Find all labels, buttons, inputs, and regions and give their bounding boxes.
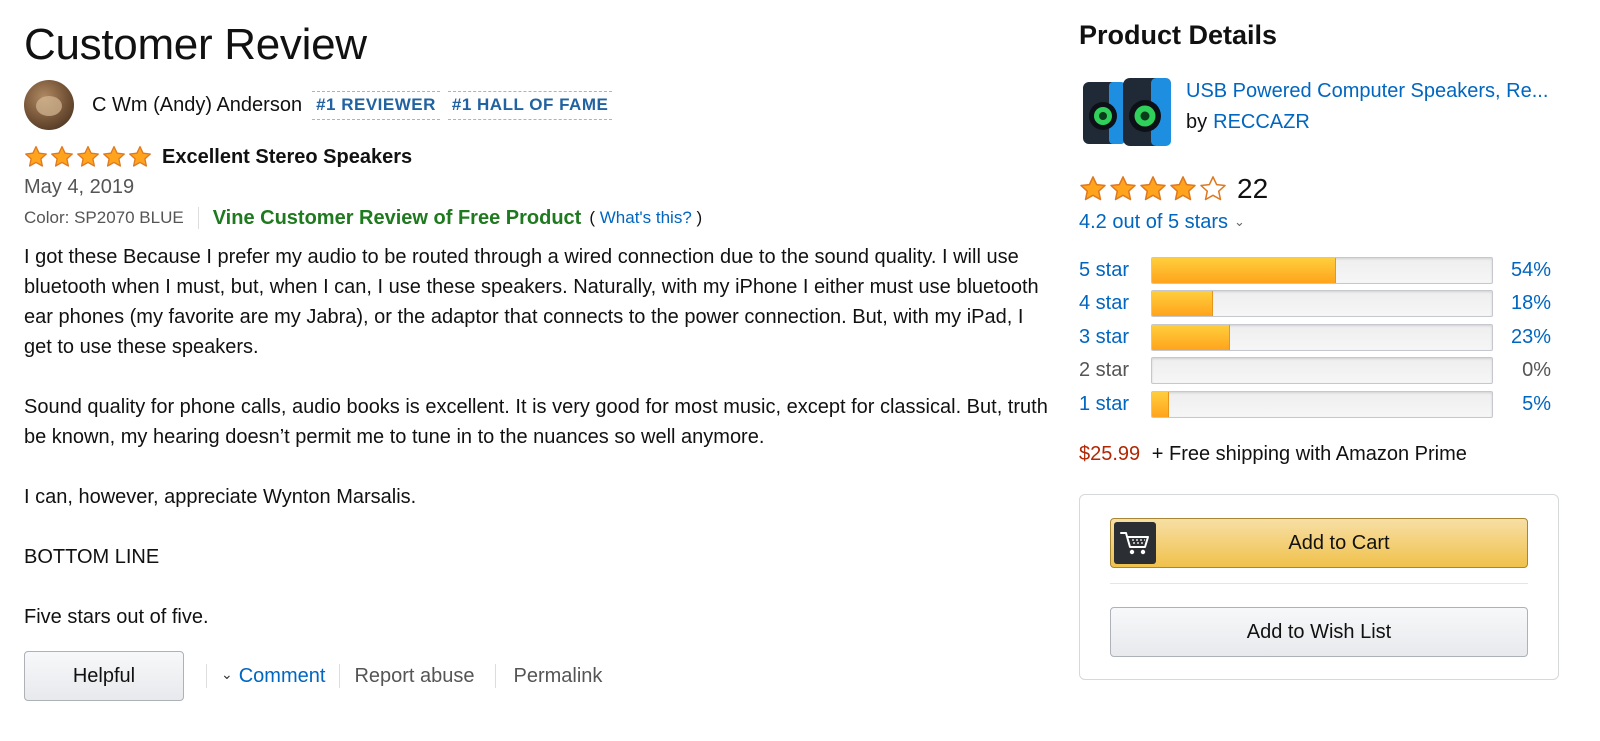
comment-label: Comment	[238, 664, 326, 687]
average-rating: 22	[1079, 172, 1268, 206]
histogram-percent[interactable]: 23%	[1491, 326, 1551, 349]
star-icon	[25, 145, 47, 167]
product-name-link[interactable]: USB Powered Computer Speakers, Re...	[1186, 80, 1556, 103]
histogram-bar-fill	[1152, 257, 1336, 283]
helpful-button[interactable]: Helpful	[24, 651, 184, 701]
reviewer-profile[interactable]: C Wm (Andy) Anderson #1 REVIEWER #1 HALL…	[24, 80, 613, 130]
by-label: by	[1186, 111, 1208, 133]
star-icon	[103, 145, 125, 167]
action-divider	[206, 664, 207, 688]
histogram-bar-fill	[1152, 391, 1169, 417]
chevron-down-icon: ⌄	[1233, 214, 1245, 229]
product-price: $25.99	[1079, 443, 1141, 465]
histogram-row-2-star: 2 star 0%	[1079, 357, 1551, 385]
whats-this-link[interactable]: What's this?	[600, 208, 692, 227]
review-star-rating	[24, 145, 152, 169]
buy-box-divider	[1110, 583, 1528, 584]
shipping-text: + Free shipping with Amazon Prime	[1151, 443, 1467, 465]
add-to-wish-list-button[interactable]: Add to Wish List	[1110, 607, 1528, 657]
histogram-percent: 0%	[1522, 359, 1551, 381]
add-to-cart-label: Add to Cart	[1288, 531, 1390, 554]
star-icon	[51, 145, 73, 167]
star-icon	[129, 145, 151, 167]
histogram-label: 2 star	[1079, 359, 1130, 381]
brand-link[interactable]: RECCAZR	[1213, 111, 1310, 133]
average-rating-popover[interactable]: 4.2 out of 5 stars ⌄	[1079, 211, 1245, 234]
histogram-bar[interactable]	[1151, 290, 1493, 317]
report-abuse-link[interactable]: Report abuse	[354, 665, 474, 688]
whats-this: ( What's this? )	[589, 208, 702, 228]
review-title[interactable]: Excellent Stereo Speakers	[162, 146, 412, 169]
price-row: $25.99 + Free shipping with Amazon Prime	[1079, 443, 1467, 466]
add-to-cart-button[interactable]: Add to Cart	[1110, 518, 1528, 568]
histogram-percent[interactable]: 18%	[1491, 292, 1551, 315]
color-variant-label: Color: SP2070 BLUE	[24, 208, 184, 227]
product-thumbnail[interactable]	[1079, 76, 1175, 148]
star-icon	[1140, 176, 1166, 201]
comment-link[interactable]: ⌄ Comment	[221, 665, 325, 688]
review-headline: Excellent Stereo Speakers	[24, 144, 412, 170]
review-paragraph: I got these Because I prefer my audio to…	[24, 246, 1039, 358]
product-details-title: Product Details	[1079, 20, 1278, 50]
star-icon	[77, 145, 99, 167]
histogram-bar[interactable]	[1151, 390, 1493, 418]
histogram-bar[interactable]	[1151, 323, 1493, 351]
whats-this-open: (	[589, 208, 595, 227]
reviewer-badges: #1 REVIEWER #1 HALL OF FAME	[312, 90, 613, 120]
vine-badge: Vine Customer Review of Free Product	[212, 206, 582, 229]
product-byline: by RECCAZR	[1186, 111, 1310, 134]
histogram-label[interactable]: 1 star	[1079, 393, 1151, 416]
action-divider	[339, 664, 341, 688]
review-body: I got these Because I prefer my audio to…	[24, 242, 1054, 632]
hall-of-fame-badge[interactable]: #1 HALL OF FAME	[447, 90, 613, 120]
histogram-row-5-star[interactable]: 5 star 54%	[1079, 256, 1551, 284]
histogram-label[interactable]: 5 star	[1079, 259, 1151, 282]
review-paragraph: Sound quality for phone calls, audio boo…	[24, 396, 1048, 448]
star-icon	[1080, 176, 1106, 201]
cart-icon	[1114, 522, 1156, 564]
review-date: May 4, 2019	[24, 176, 135, 198]
histogram-label[interactable]: 4 star	[1079, 292, 1151, 315]
histogram-percent[interactable]: 54%	[1491, 259, 1551, 282]
histogram-row-1-star[interactable]: 1 star 5%	[1079, 390, 1551, 418]
review-paragraph: I can, however, appreciate Wynton Marsal…	[24, 486, 417, 508]
histogram-bar-fill	[1152, 291, 1214, 316]
rating-count: 22	[1237, 173, 1269, 204]
average-rating-text: 4.2 out of 5 stars	[1079, 211, 1228, 233]
reviewer-rank-badge[interactable]: #1 REVIEWER	[312, 90, 440, 120]
page-title: Customer Review	[24, 20, 367, 69]
histogram-bar	[1151, 357, 1493, 384]
histogram-label[interactable]: 3 star	[1079, 326, 1151, 349]
chevron-down-icon: ⌄	[221, 665, 233, 682]
review-meta: Color: SP2070 BLUE Vine Customer Review …	[24, 205, 702, 231]
avatar[interactable]	[24, 80, 74, 130]
reviewer-name[interactable]: C Wm (Andy) Anderson	[92, 94, 302, 117]
histogram-row-4-star[interactable]: 4 star 18%	[1079, 290, 1551, 318]
histogram-bar[interactable]	[1151, 256, 1493, 284]
star-icon	[1170, 176, 1196, 201]
histogram-percent[interactable]: 5%	[1491, 393, 1551, 416]
histogram-bar-fill	[1152, 324, 1231, 350]
meta-divider	[197, 207, 199, 229]
review-paragraph: Five stars out of five.	[24, 606, 209, 628]
review-actions: Helpful ⌄ Comment Report abuse Permalink	[24, 651, 602, 701]
star-icon	[1110, 176, 1136, 201]
buy-box: Add to Cart Add to Wish List	[1079, 494, 1559, 680]
permalink-link[interactable]: Permalink	[514, 665, 603, 688]
whats-this-close: )	[696, 208, 703, 227]
average-star-rating[interactable]	[1079, 175, 1227, 203]
review-paragraph: BOTTOM LINE	[24, 546, 160, 568]
action-divider	[494, 664, 496, 688]
star-icon	[1200, 176, 1226, 201]
histogram-row-3-star[interactable]: 3 star 23%	[1079, 323, 1551, 351]
